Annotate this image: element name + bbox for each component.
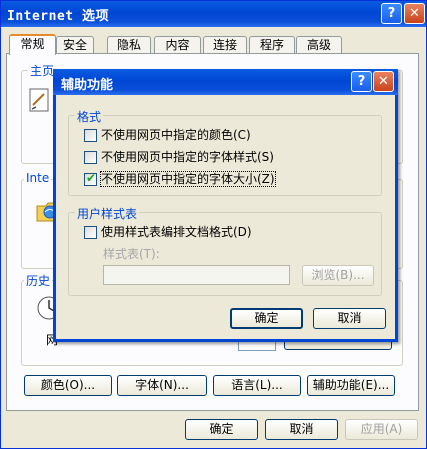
homepage-icon [29,88,49,112]
main-title-bar[interactable]: Internet 选项 ? ✕ [1,1,426,27]
main-apply-button[interactable]: 应用(A) [345,419,418,440]
checkmark-icon: ✔ [86,171,97,185]
tab-connections[interactable]: 连接 [203,36,247,54]
dialog-title: 辅助功能 [61,78,114,93]
browse-button[interactable]: 浏览(B)... [302,265,374,286]
homepage-group-legend: 主页 [28,62,57,79]
ignore-colors-label: 不使用网页中指定的颜色(C) [101,128,251,142]
fonts-button[interactable]: 字体(N)... [117,375,207,396]
temp-files-group-legend: Inte [24,171,52,185]
main-window-title: Internet 选项 [7,9,109,24]
stylesheet-path-label: 样式表(T): [103,247,160,261]
ignore-font-sizes-label: 不使用网页中指定的字体大小(Z) [100,171,276,187]
dialog-ok-button[interactable]: 确定 [230,308,303,329]
languages-button[interactable]: 语言(L)... [213,375,301,396]
accessibility-button[interactable]: 辅助功能(E)... [307,375,395,396]
use-stylesheet-checkbox[interactable] [84,226,97,239]
ignore-font-styles-label: 不使用网页中指定的字体样式(S) [101,150,274,164]
ignore-colors-checkbox[interactable] [84,129,97,142]
user-stylesheet-group: 用户样式表 使用样式表编排文档格式(D) 样式表(T): 浏览(B)... [68,205,382,296]
format-group: 格式 不使用网页中指定的颜色(C) 不使用网页中指定的字体样式(S) ✔ 不使用… [68,108,382,196]
tab-content[interactable]: 内容 [154,36,201,54]
colors-button[interactable]: 颜色(O)... [24,375,112,396]
dialog-close-icon[interactable]: ✕ [373,71,394,92]
history-group-legend: 历史 [24,272,53,289]
main-cancel-button[interactable]: 取消 [265,419,338,440]
stylesheet-path-input[interactable] [103,265,290,285]
dialog-help-icon[interactable]: ? [351,71,372,92]
tab-general[interactable]: 常规 [9,34,56,55]
tab-programs[interactable]: 程序 [249,36,295,54]
ignore-font-styles-checkbox[interactable] [84,151,97,164]
format-group-legend: 格式 [75,108,104,125]
tab-privacy[interactable]: 隐私 [107,36,151,54]
tab-advanced[interactable]: 高级 [296,36,342,54]
accessibility-dialog: 辅助功能 ? ✕ 格式 不使用网页中指定的颜色(C) 不使用网页中指定的字体样式… [53,69,398,342]
main-ok-button[interactable]: 确定 [185,419,258,440]
tab-security[interactable]: 安全 [56,36,94,54]
user-stylesheet-group-legend: 用户样式表 [75,205,140,222]
help-icon[interactable]: ? [381,3,402,24]
use-stylesheet-label: 使用样式表编排文档格式(D) [101,225,252,239]
close-icon[interactable]: ✕ [404,3,425,24]
ignore-font-sizes-checkbox[interactable]: ✔ [84,171,97,186]
dialog-cancel-button[interactable]: 取消 [313,308,386,329]
dialog-title-bar[interactable]: 辅助功能 ? ✕ [53,69,398,95]
